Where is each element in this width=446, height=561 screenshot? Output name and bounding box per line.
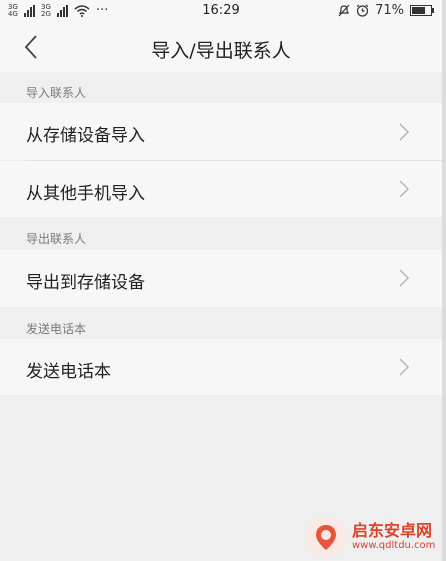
section-label-export: 导出联系人 — [26, 232, 87, 246]
watermark: 启东安卓网 www.qdltdu.com — [306, 512, 446, 561]
status-right: 71% — [338, 3, 434, 18]
alarm-icon — [356, 4, 369, 17]
watermark-text: 启东安卓网 — [352, 520, 433, 540]
watermark-url: www.qdltdu.com — [352, 539, 436, 551]
row-label: 导出到存储设备 — [26, 273, 145, 293]
row-label: 从存储设备导入 — [26, 126, 145, 146]
screen: 3G 4G 3G 2G ··· 16:29 71% 导入/导出联系人 导入联系人… — [0, 0, 446, 561]
location-pin-icon — [316, 524, 336, 550]
row-import-from-phone[interactable]: 从其他手机导入 — [0, 161, 442, 217]
status-bar: 3G 4G 3G 2G ··· 16:29 71% — [0, 0, 442, 22]
chevron-right-icon — [399, 358, 410, 376]
battery-icon — [410, 5, 434, 16]
watermark-text-group: 启东安卓网 www.qdltdu.com — [352, 520, 436, 552]
mute-icon — [338, 4, 350, 17]
section-label-import: 导入联系人 — [26, 86, 87, 100]
battery-percent: 71% — [375, 3, 404, 18]
row-label: 发送电话本 — [26, 362, 111, 382]
app-header: 导入/导出联系人 — [0, 22, 442, 72]
row-export-to-storage[interactable]: 导出到存储设备 — [0, 250, 442, 307]
section-label-send: 发送电话本 — [26, 322, 87, 336]
row-import-from-storage[interactable]: 从存储设备导入 — [0, 103, 442, 160]
chevron-right-icon — [399, 180, 410, 198]
row-label: 从其他手机导入 — [26, 184, 145, 204]
chevron-right-icon — [399, 269, 410, 287]
watermark-logo-icon — [306, 516, 346, 557]
page-title: 导入/导出联系人 — [151, 40, 291, 62]
battery-fill — [412, 7, 425, 14]
chevron-right-icon — [399, 123, 410, 141]
row-send-phonebook[interactable]: 发送电话本 — [0, 339, 442, 395]
